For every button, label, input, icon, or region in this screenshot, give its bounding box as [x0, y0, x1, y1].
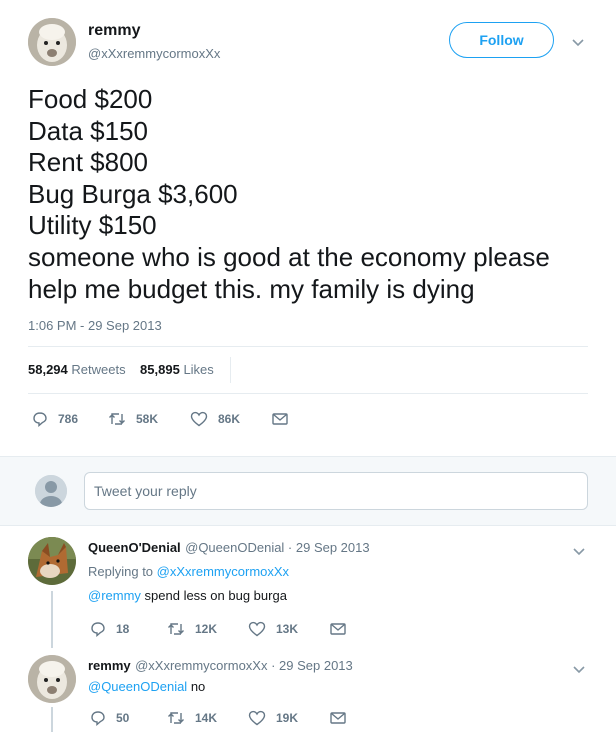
- reply-input[interactable]: Tweet your reply: [84, 472, 588, 510]
- chevron-down-icon[interactable]: [573, 543, 585, 561]
- chevron-down-icon[interactable]: [572, 34, 584, 52]
- envelope-icon: [330, 623, 346, 635]
- follow-button[interactable]: Follow: [449, 22, 554, 58]
- heart-icon: [248, 710, 266, 726]
- like-button[interactable]: 19K: [248, 710, 298, 726]
- heart-icon: [190, 411, 208, 427]
- mention-link[interactable]: @remmy: [88, 588, 141, 603]
- tweet-text-line: Utility $150: [28, 210, 157, 241]
- reply-avatar[interactable]: [28, 537, 76, 585]
- replying-prefix: Replying to: [88, 564, 154, 579]
- retweets-stat[interactable]: 58,294 Retweets: [28, 362, 126, 377]
- like-button[interactable]: 13K: [248, 621, 298, 637]
- reply-text: @remmy spend less on bug burga: [88, 588, 287, 603]
- reply-author-handle[interactable]: @xXxremmycormoxXx · 29 Sep 2013: [135, 658, 353, 673]
- reply-icon: [91, 622, 105, 637]
- reply-button[interactable]: 50: [90, 710, 129, 726]
- reply-text: @QueenODenial no: [88, 679, 205, 694]
- retweet-count: 12K: [195, 622, 218, 636]
- envelope-icon: [272, 413, 288, 425]
- reply-icon: [91, 711, 105, 726]
- tweet-stats: 58,294 Retweets 85,895 Likes: [28, 362, 214, 377]
- reply-button[interactable]: 18: [90, 621, 129, 637]
- retweet-button[interactable]: 12K: [167, 621, 217, 637]
- reply-author-name[interactable]: remmy: [88, 658, 131, 673]
- retweet-icon: [168, 712, 184, 724]
- replying-to-link[interactable]: @xXxremmycormoxXx: [157, 564, 289, 579]
- author-name[interactable]: remmy: [88, 22, 140, 40]
- reply-author-name[interactable]: QueenO'Denial: [88, 540, 181, 555]
- direct-message-button[interactable]: [330, 711, 356, 725]
- envelope-icon: [330, 712, 346, 724]
- author-avatar[interactable]: [28, 18, 76, 66]
- tweet-text-line: Bug Burga $3,600: [28, 178, 238, 209]
- retweet-count: 14K: [195, 711, 218, 725]
- heart-icon: [248, 621, 266, 637]
- reply-header: remmy @xXxremmycormoxXx · 29 Sep 2013: [88, 657, 353, 675]
- reply-author-handle[interactable]: @QueenODenial · 29 Sep 2013: [185, 540, 369, 555]
- retweet-button[interactable]: 58K: [108, 411, 158, 427]
- tweet-text-line: Food $200: [28, 84, 153, 114]
- like-count: 86K: [218, 412, 241, 426]
- reply-count: 50: [116, 711, 130, 725]
- reply-text-body: no: [187, 679, 206, 694]
- tweet-text-line: someone who is good at the economy pleas…: [28, 241, 550, 272]
- likes-label: Likes: [183, 362, 214, 377]
- replying-to: Replying to @xXxremmycormoxXx: [88, 564, 289, 579]
- chevron-down-icon[interactable]: [573, 661, 585, 679]
- retweet-count: 58K: [136, 412, 159, 426]
- retweets-label: Retweets: [71, 362, 126, 377]
- retweets-count: 58,294: [28, 362, 68, 377]
- thread-line: [51, 591, 53, 648]
- tweet-timestamp[interactable]: 1:06 PM - 29 Sep 2013: [28, 318, 162, 333]
- retweet-button[interactable]: 14K: [167, 710, 217, 726]
- like-button[interactable]: 86K: [190, 411, 240, 427]
- retweet-icon: [109, 413, 125, 425]
- reply-count: 786: [58, 412, 79, 426]
- reply-header: QueenO'Denial @QueenODenial · 29 Sep 201…: [88, 539, 370, 557]
- tweet-text-line: Data $150: [28, 115, 148, 146]
- reply-button[interactable]: 786: [32, 411, 78, 427]
- author-handle[interactable]: @xXxremmycormoxXx: [88, 46, 220, 61]
- direct-message-button[interactable]: [272, 412, 298, 426]
- reply-count: 18: [116, 622, 130, 636]
- reply-icon: [33, 412, 47, 427]
- tweet-text-line: Rent $800: [28, 147, 148, 178]
- likes-count: 85,895: [140, 362, 180, 377]
- divider: [28, 346, 588, 347]
- mention-link[interactable]: @QueenODenial: [88, 679, 187, 694]
- divider: [28, 393, 588, 394]
- retweet-icon: [168, 623, 184, 635]
- direct-message-button[interactable]: [330, 622, 356, 636]
- stats-separator: [230, 357, 231, 383]
- like-count: 19K: [276, 711, 299, 725]
- user-avatar: [35, 475, 67, 507]
- reply-avatar[interactable]: [28, 655, 76, 703]
- tweet-text-line: help me budget this. my family is dying: [28, 273, 475, 304]
- thread-line: [51, 707, 53, 732]
- tweet-text: Food $200 Data $150 Rent $800 Bug Burga …: [28, 84, 598, 305]
- like-count: 13K: [276, 622, 299, 636]
- reply-text-body: spend less on bug burga: [140, 588, 287, 603]
- likes-stat[interactable]: 85,895 Likes: [140, 362, 214, 377]
